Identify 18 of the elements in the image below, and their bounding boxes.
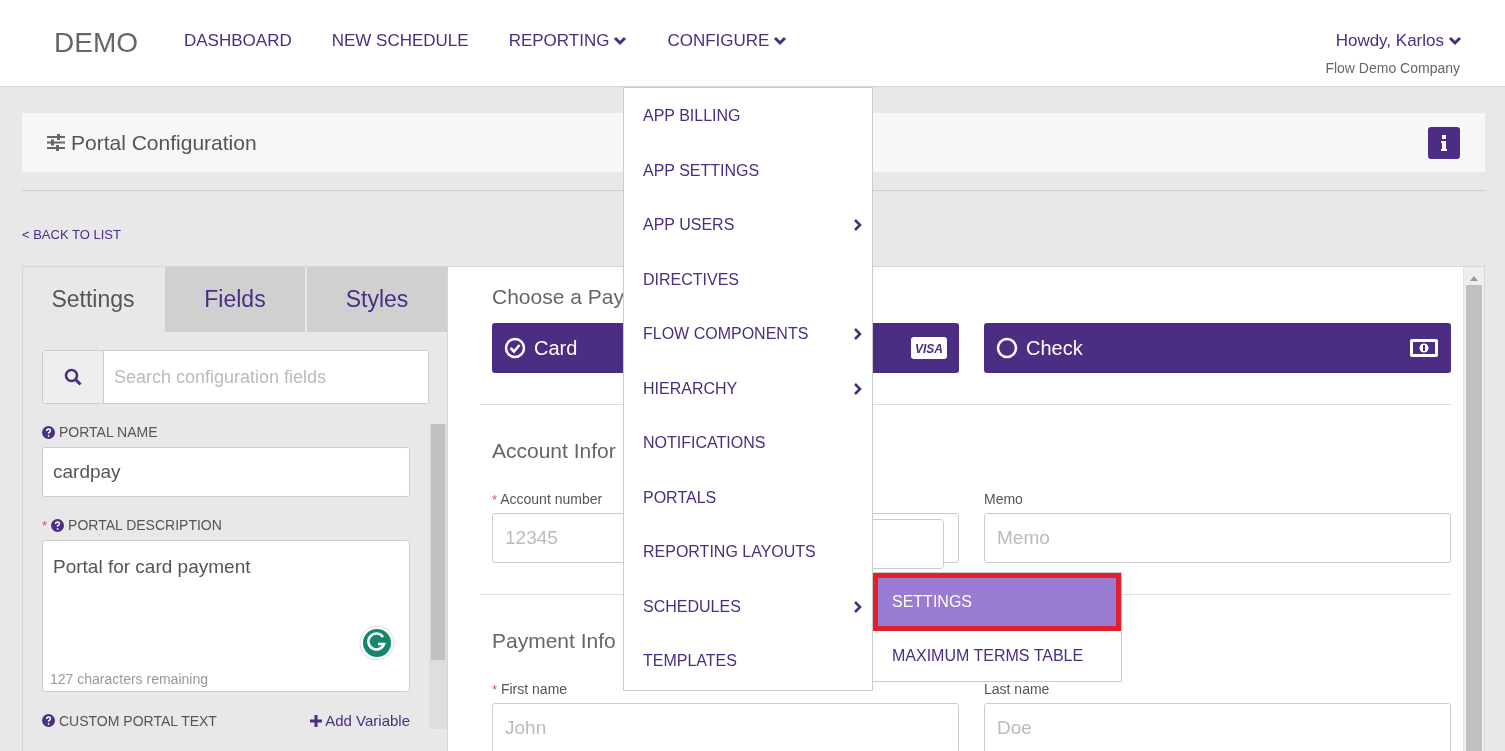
required-mark: * <box>492 492 498 507</box>
section-heading: Account Infor <box>492 439 616 463</box>
section-heading: Payment Info <box>492 629 616 653</box>
field-label: PORTAL NAME <box>59 424 158 440</box>
field-label: CUSTOM PORTAL TEXT <box>59 712 217 729</box>
section-heading: Choose a Pay <box>492 285 624 309</box>
field-label: PORTAL DESCRIPTION <box>68 517 222 533</box>
text-value: Portal for card payment <box>52 555 252 579</box>
field-label: Last name <box>984 681 1050 697</box>
field-label: First name <box>500 681 568 697</box>
field-label: Account number <box>500 491 603 507</box>
required-mark: * <box>42 517 48 533</box>
character-count: 127 characters remaining <box>50 671 208 687</box>
page-title: Portal Configuration <box>71 130 257 155</box>
required-mark: * <box>492 682 498 697</box>
field-label: Memo <box>984 491 1023 507</box>
company-name: Flow Demo Company <box>1325 60 1460 76</box>
visa-card-icon: VISA <box>911 337 947 359</box>
